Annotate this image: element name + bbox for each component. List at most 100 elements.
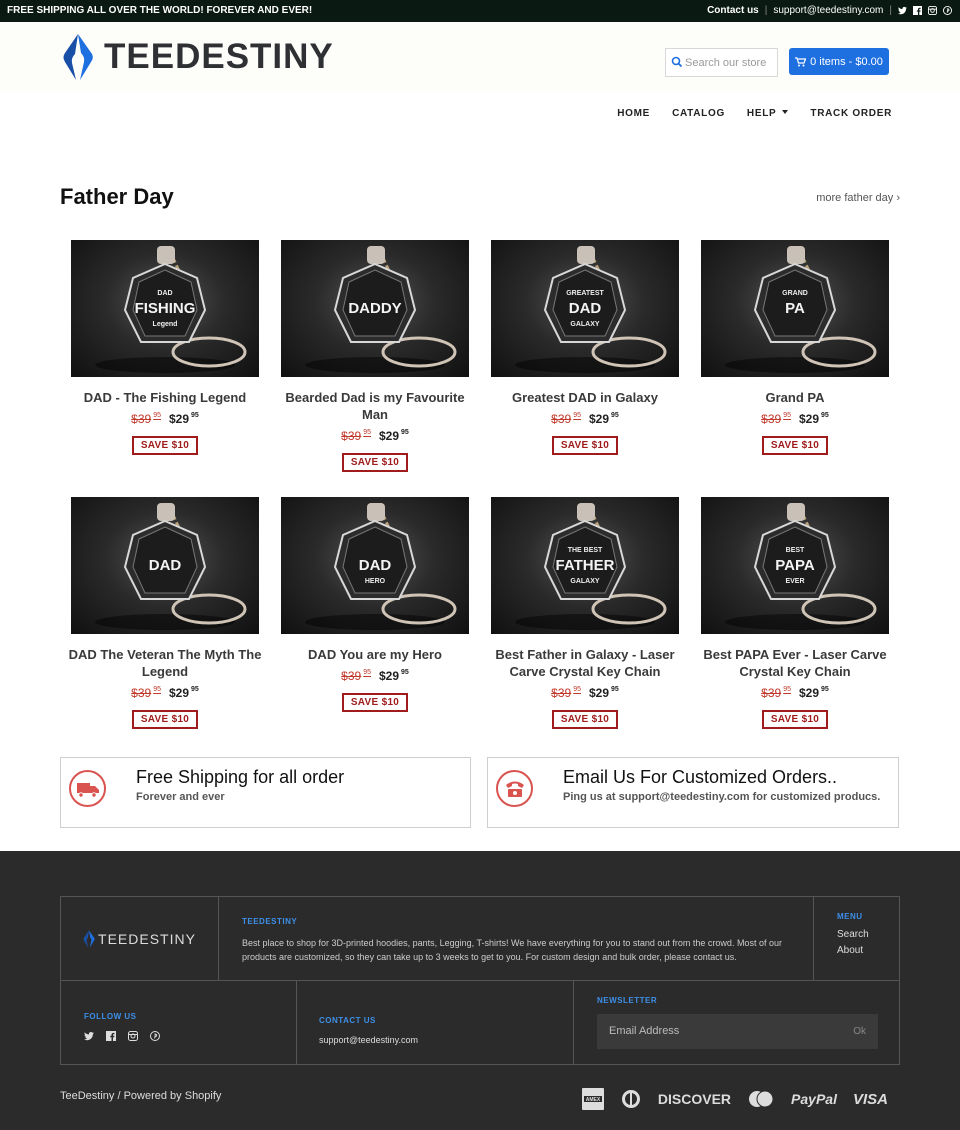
product-prices: $39 95 $29 95 — [690, 412, 900, 426]
product-title[interactable]: DAD The Veteran The Myth The Legend — [60, 646, 270, 680]
product-card[interactable]: GRAND PA Grand PA $39 95 $29 95 SAVE $10 — [690, 240, 900, 455]
product-title[interactable]: DAD You are my Hero — [270, 646, 480, 663]
shipping-promo: FREE SHIPPING ALL OVER THE WORLD! FOREVE… — [7, 5, 313, 16]
product-image[interactable]: DAD — [71, 497, 259, 634]
contact-heading: CONTACT US — [319, 1016, 376, 1025]
search-box[interactable] — [665, 48, 778, 77]
save-badge: SAVE $10 — [341, 453, 409, 472]
product-title[interactable]: Best Father in Galaxy - Laser Carve Crys… — [480, 646, 690, 680]
product-title[interactable]: Grand PA — [690, 389, 900, 406]
search-icon[interactable] — [670, 55, 684, 69]
footer-social-icons — [84, 1031, 296, 1041]
svg-text:DAD: DAD — [359, 557, 392, 574]
product-prices: $39 95 $29 95 — [480, 686, 690, 700]
product-title[interactable]: Best PAPA Ever - Laser Carve Crystal Key… — [690, 646, 900, 680]
sale-price: $29 95 — [799, 412, 829, 426]
product-image[interactable]: BEST PAPA EVER — [701, 497, 889, 634]
menu-heading: MENU — [837, 912, 863, 921]
twitter-icon[interactable] — [898, 6, 907, 15]
svg-text:GALAXY: GALAXY — [570, 578, 600, 585]
teedestiny-logo-icon — [83, 930, 95, 948]
top-announcement-bar: FREE SHIPPING ALL OVER THE WORLD! FOREVE… — [0, 0, 960, 22]
instagram-icon[interactable] — [128, 1031, 138, 1041]
site-logo[interactable]: TEEDESTINY — [62, 34, 334, 80]
footer-logo-text: TEEDESTINY — [98, 931, 196, 947]
product-card[interactable]: DAD HERO DAD You are my Hero $39 95 $29 95 SAVE… — [270, 497, 480, 712]
svg-text:BEST: BEST — [786, 547, 805, 554]
collection-title: Father Day — [60, 184, 174, 209]
site-footer: TEEDESTINY TEEDESTINY Best place to shop… — [0, 851, 960, 1130]
main-nav: HOME CATALOG HELP TRACK ORDER — [617, 108, 892, 119]
search-input[interactable] — [685, 53, 775, 73]
pinterest-icon[interactable] — [150, 1031, 160, 1041]
support-email-link[interactable]: support@teedestiny.com — [773, 5, 883, 16]
product-title[interactable]: DAD - The Fishing Legend — [60, 389, 270, 406]
save-badge: SAVE $10 — [551, 710, 619, 729]
more-father-day-link[interactable]: more father day › — [816, 192, 900, 204]
product-card[interactable]: DADDY Bearded Dad is my Favourite Man $39 9… — [270, 240, 480, 472]
facebook-icon[interactable] — [913, 6, 922, 15]
pinterest-icon[interactable] — [943, 6, 952, 15]
footer-row-bottom: FOLLOW US CONTACT US support@teedestiny.… — [61, 981, 899, 1065]
facebook-icon[interactable] — [106, 1031, 116, 1041]
svg-text:PA: PA — [785, 300, 805, 317]
product-image[interactable]: DAD HERO — [281, 497, 469, 634]
product-image[interactable]: DAD FISHING Legend — [71, 240, 259, 377]
teedestiny-logo-icon — [63, 34, 93, 80]
newsletter-email-input[interactable] — [609, 1023, 829, 1039]
nav-help[interactable]: HELP — [747, 108, 789, 119]
save-badge: SAVE $10 — [761, 436, 829, 455]
shipping-title: Free Shipping for all order — [136, 767, 345, 787]
product-card[interactable]: THE BEST FATHER GALAXY Best Father in Galax… — [480, 497, 690, 729]
shipping-subtitle: Forever and ever — [136, 791, 225, 803]
footer-link-about[interactable]: About — [837, 945, 899, 956]
nav-home[interactable]: HOME — [617, 108, 650, 119]
svg-text:GRAND: GRAND — [782, 290, 808, 297]
payment-icons: AMEX DISCOVER PayPal VISA — [581, 1088, 888, 1110]
svg-text:DAD: DAD — [149, 557, 182, 574]
product-card[interactable]: BEST PAPA EVER Best PAPA Ever - Laser Carve… — [690, 497, 900, 729]
product-image[interactable]: THE BEST FATHER GALAXY — [491, 497, 679, 634]
footer-contact: CONTACT US support@teedestiny.com — [297, 981, 574, 1065]
compare-at-price: $39 95 — [761, 412, 791, 426]
product-title[interactable]: Greatest DAD in Galaxy — [480, 389, 690, 406]
chevron-down-icon — [782, 109, 789, 114]
custom-orders-box: Email Us For Customized Orders.. Ping us… — [487, 757, 899, 828]
footer-logo[interactable]: TEEDESTINY — [61, 897, 219, 981]
visa-icon: VISA — [852, 1090, 888, 1108]
footer-row-top: TEEDESTINY TEEDESTINY Best place to shop… — [61, 897, 899, 981]
mastercard-icon — [749, 1090, 774, 1108]
product-image[interactable]: DADDY — [281, 240, 469, 377]
save-badge: SAVE $10 — [551, 436, 619, 455]
contact-us-link[interactable]: Contact us — [707, 5, 759, 16]
product-card[interactable]: DAD DAD The Veteran The Myth The Legend $3… — [60, 497, 270, 729]
save-badge: SAVE $10 — [131, 710, 199, 729]
product-card[interactable]: GREATEST DAD GALAXY Greatest DAD in Galaxy $… — [480, 240, 690, 455]
product-image[interactable]: GRAND PA — [701, 240, 889, 377]
phone-icon — [496, 770, 533, 807]
nav-track-order[interactable]: TRACK ORDER — [810, 108, 892, 119]
product-card[interactable]: DAD FISHING Legend DAD - The Fishing Legend… — [60, 240, 270, 455]
twitter-icon[interactable] — [84, 1031, 94, 1041]
contact-email[interactable]: support@teedestiny.com — [319, 1035, 573, 1045]
compare-at-price: $39 95 — [551, 412, 581, 426]
cart-button[interactable]: 0 items - $0.00 — [789, 48, 889, 75]
product-title[interactable]: Bearded Dad is my Favourite Man — [270, 389, 480, 423]
amex-icon: AMEX — [581, 1088, 604, 1110]
truck-icon — [69, 770, 106, 807]
product-image[interactable]: GREATEST DAD GALAXY — [491, 240, 679, 377]
footer-link-search[interactable]: Search — [837, 929, 899, 940]
divider: | — [889, 5, 892, 16]
svg-text:FISHING: FISHING — [135, 300, 196, 317]
paypal-icon: PayPal — [791, 1091, 837, 1107]
nav-track-order-label: TRACK ORDER — [810, 108, 892, 119]
custom-orders-subtitle: Ping us at support@teedestiny.com for cu… — [563, 791, 881, 803]
svg-text:GREATEST: GREATEST — [566, 290, 604, 297]
instagram-icon[interactable] — [928, 6, 937, 15]
product-prices: $39 95 $29 95 — [480, 412, 690, 426]
newsletter-submit-button[interactable]: Ok — [853, 1026, 866, 1037]
sale-price: $29 95 — [169, 412, 199, 426]
site-header: TEEDESTINY 0 items - $0.00 — [0, 22, 960, 92]
about-text: Best place to shop for 3D-printed hoodie… — [242, 938, 782, 962]
nav-catalog[interactable]: CATALOG — [672, 108, 725, 119]
